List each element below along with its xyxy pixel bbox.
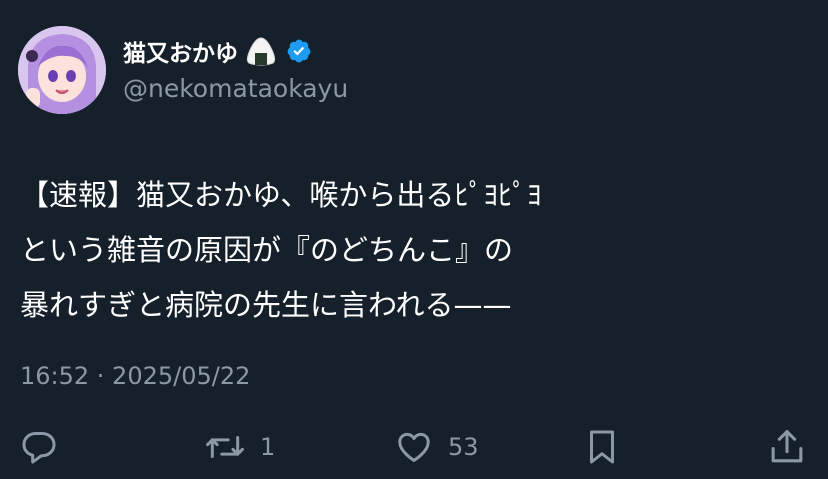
tweet-timestamp[interactable]: 16:52 · 2025/05/22 <box>20 362 250 390</box>
share-button[interactable] <box>768 425 806 469</box>
share-icon <box>768 427 806 467</box>
tweet-line: 暴れすぎと病院の先生に言われる—— <box>20 288 512 322</box>
onigiri-icon <box>244 36 278 66</box>
bookmark-icon <box>584 427 620 467</box>
reply-button[interactable] <box>20 425 58 469</box>
reply-icon <box>20 428 58 466</box>
tweet-line: という雑音の原因が『のどちんこ』の <box>20 233 514 267</box>
like-count: 53 <box>448 433 479 461</box>
author-name-row[interactable]: 猫又おかゆ <box>123 34 312 68</box>
tweet-line: 【速報】猫又おかゆ、喉から出るﾋﾟﾖﾋﾟﾖ <box>20 178 542 212</box>
like-button[interactable]: 53 <box>394 425 479 469</box>
bookmark-button[interactable] <box>584 425 620 469</box>
display-name[interactable]: 猫又おかゆ <box>123 34 238 68</box>
author-handle[interactable]: @nekomataokayu <box>123 74 348 103</box>
retweet-count: 1 <box>260 433 276 461</box>
avatar[interactable] <box>18 26 106 114</box>
tweet-text: 【速報】猫又おかゆ、喉から出るﾋﾟﾖﾋﾟﾖ という雑音の原因が『のどちんこ』の … <box>20 168 810 333</box>
retweet-icon <box>204 428 246 466</box>
retweet-button[interactable]: 1 <box>204 425 275 469</box>
avatar-image <box>18 26 106 114</box>
action-bar: 1 53 <box>0 425 828 469</box>
verified-badge-icon[interactable] <box>286 38 312 64</box>
like-icon <box>394 428 434 466</box>
